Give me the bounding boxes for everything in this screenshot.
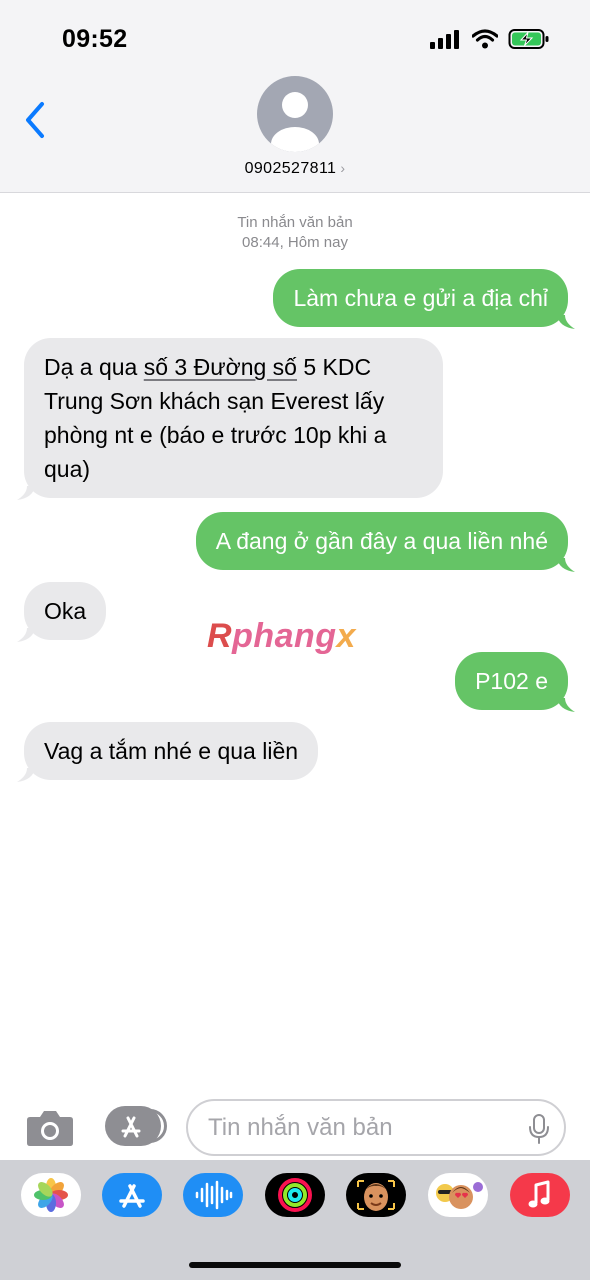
app-store-icon xyxy=(121,1116,141,1138)
message-text: Vag a tắm nhé e qua liền xyxy=(44,738,299,764)
message-bubble-incoming[interactable]: Dạ a qua số 3 Đường số 5 KDC Trung Sơn k… xyxy=(17,338,443,500)
contact-avatar[interactable] xyxy=(257,76,333,152)
contact-name[interactable]: 0902527811 › xyxy=(0,160,590,178)
message-service-label: Tin nhắn văn bản xyxy=(237,214,353,231)
message-bubble-incoming[interactable]: Oka xyxy=(17,582,107,642)
person-silhouette-icon xyxy=(271,92,319,152)
watermark-logo: Rphangx xyxy=(207,617,356,655)
back-chevron-icon[interactable] xyxy=(20,100,52,140)
message-text-part: 5 KDC xyxy=(296,354,372,380)
cellular-signal-icon xyxy=(430,30,459,49)
message-text-part: Dạ a qua xyxy=(44,354,144,380)
microphone-icon[interactable] xyxy=(528,1114,550,1144)
wifi-icon xyxy=(472,29,498,49)
photos-icon[interactable] xyxy=(21,1173,81,1217)
music-icon[interactable] xyxy=(510,1173,570,1217)
app-store-button[interactable] xyxy=(105,1106,167,1146)
battery-charging-icon xyxy=(508,29,549,49)
message-text-input[interactable] xyxy=(208,1113,508,1143)
message-text: A đang ở gần đây a qua liền nhé xyxy=(215,528,548,554)
app-store-icon[interactable] xyxy=(102,1173,162,1217)
home-indicator[interactable] xyxy=(189,1262,401,1268)
bubble-tail xyxy=(17,628,35,642)
contact-chevron-icon: › xyxy=(340,160,346,176)
camera-icon[interactable] xyxy=(26,1107,74,1147)
message-text: P102 e xyxy=(475,668,548,694)
status-icons xyxy=(430,28,550,50)
activity-icon[interactable] xyxy=(265,1173,325,1217)
contact-number: 0902527811 xyxy=(244,160,337,177)
message-bubble-outgoing[interactable]: Làm chưa e gửi a địa chỉ xyxy=(273,269,575,329)
status-time: 09:52 xyxy=(62,25,128,53)
message-bubble-outgoing[interactable]: A đang ở gần đây a qua liền nhé xyxy=(195,512,575,572)
message-text: Oka xyxy=(44,598,87,624)
message-text: Làm chưa e gửi a địa chỉ xyxy=(293,285,548,311)
bubble-tail xyxy=(557,698,575,712)
message-line: qua) xyxy=(44,456,91,482)
conversation-header: 09:52 0902527811 › xyxy=(0,0,590,193)
bubble-tail xyxy=(17,486,35,500)
memoji-icon[interactable] xyxy=(346,1173,406,1217)
audio-message-icon[interactable] xyxy=(183,1173,243,1217)
message-line: Trung Sơn khách sạn Everest lấy xyxy=(44,388,385,414)
message-line: phòng nt e (báo e trước 10p khi a xyxy=(44,422,387,448)
message-bubble-incoming[interactable]: Vag a tắm nhé e qua liền xyxy=(17,722,319,782)
bubble-tail xyxy=(557,315,575,329)
message-input-field[interactable] xyxy=(186,1099,566,1156)
memoji-stickers-icon[interactable] xyxy=(428,1173,488,1217)
bubble-tail xyxy=(17,768,35,782)
message-timestamp: 08:44, Hôm nay xyxy=(242,234,348,251)
address-link[interactable]: số 3 Đường số xyxy=(144,354,297,380)
message-bubble-outgoing[interactable]: P102 e xyxy=(455,652,575,712)
bubble-tail xyxy=(557,558,575,572)
message-line: Dạ a qua số 3 Đường số 5 KDC xyxy=(44,350,423,384)
